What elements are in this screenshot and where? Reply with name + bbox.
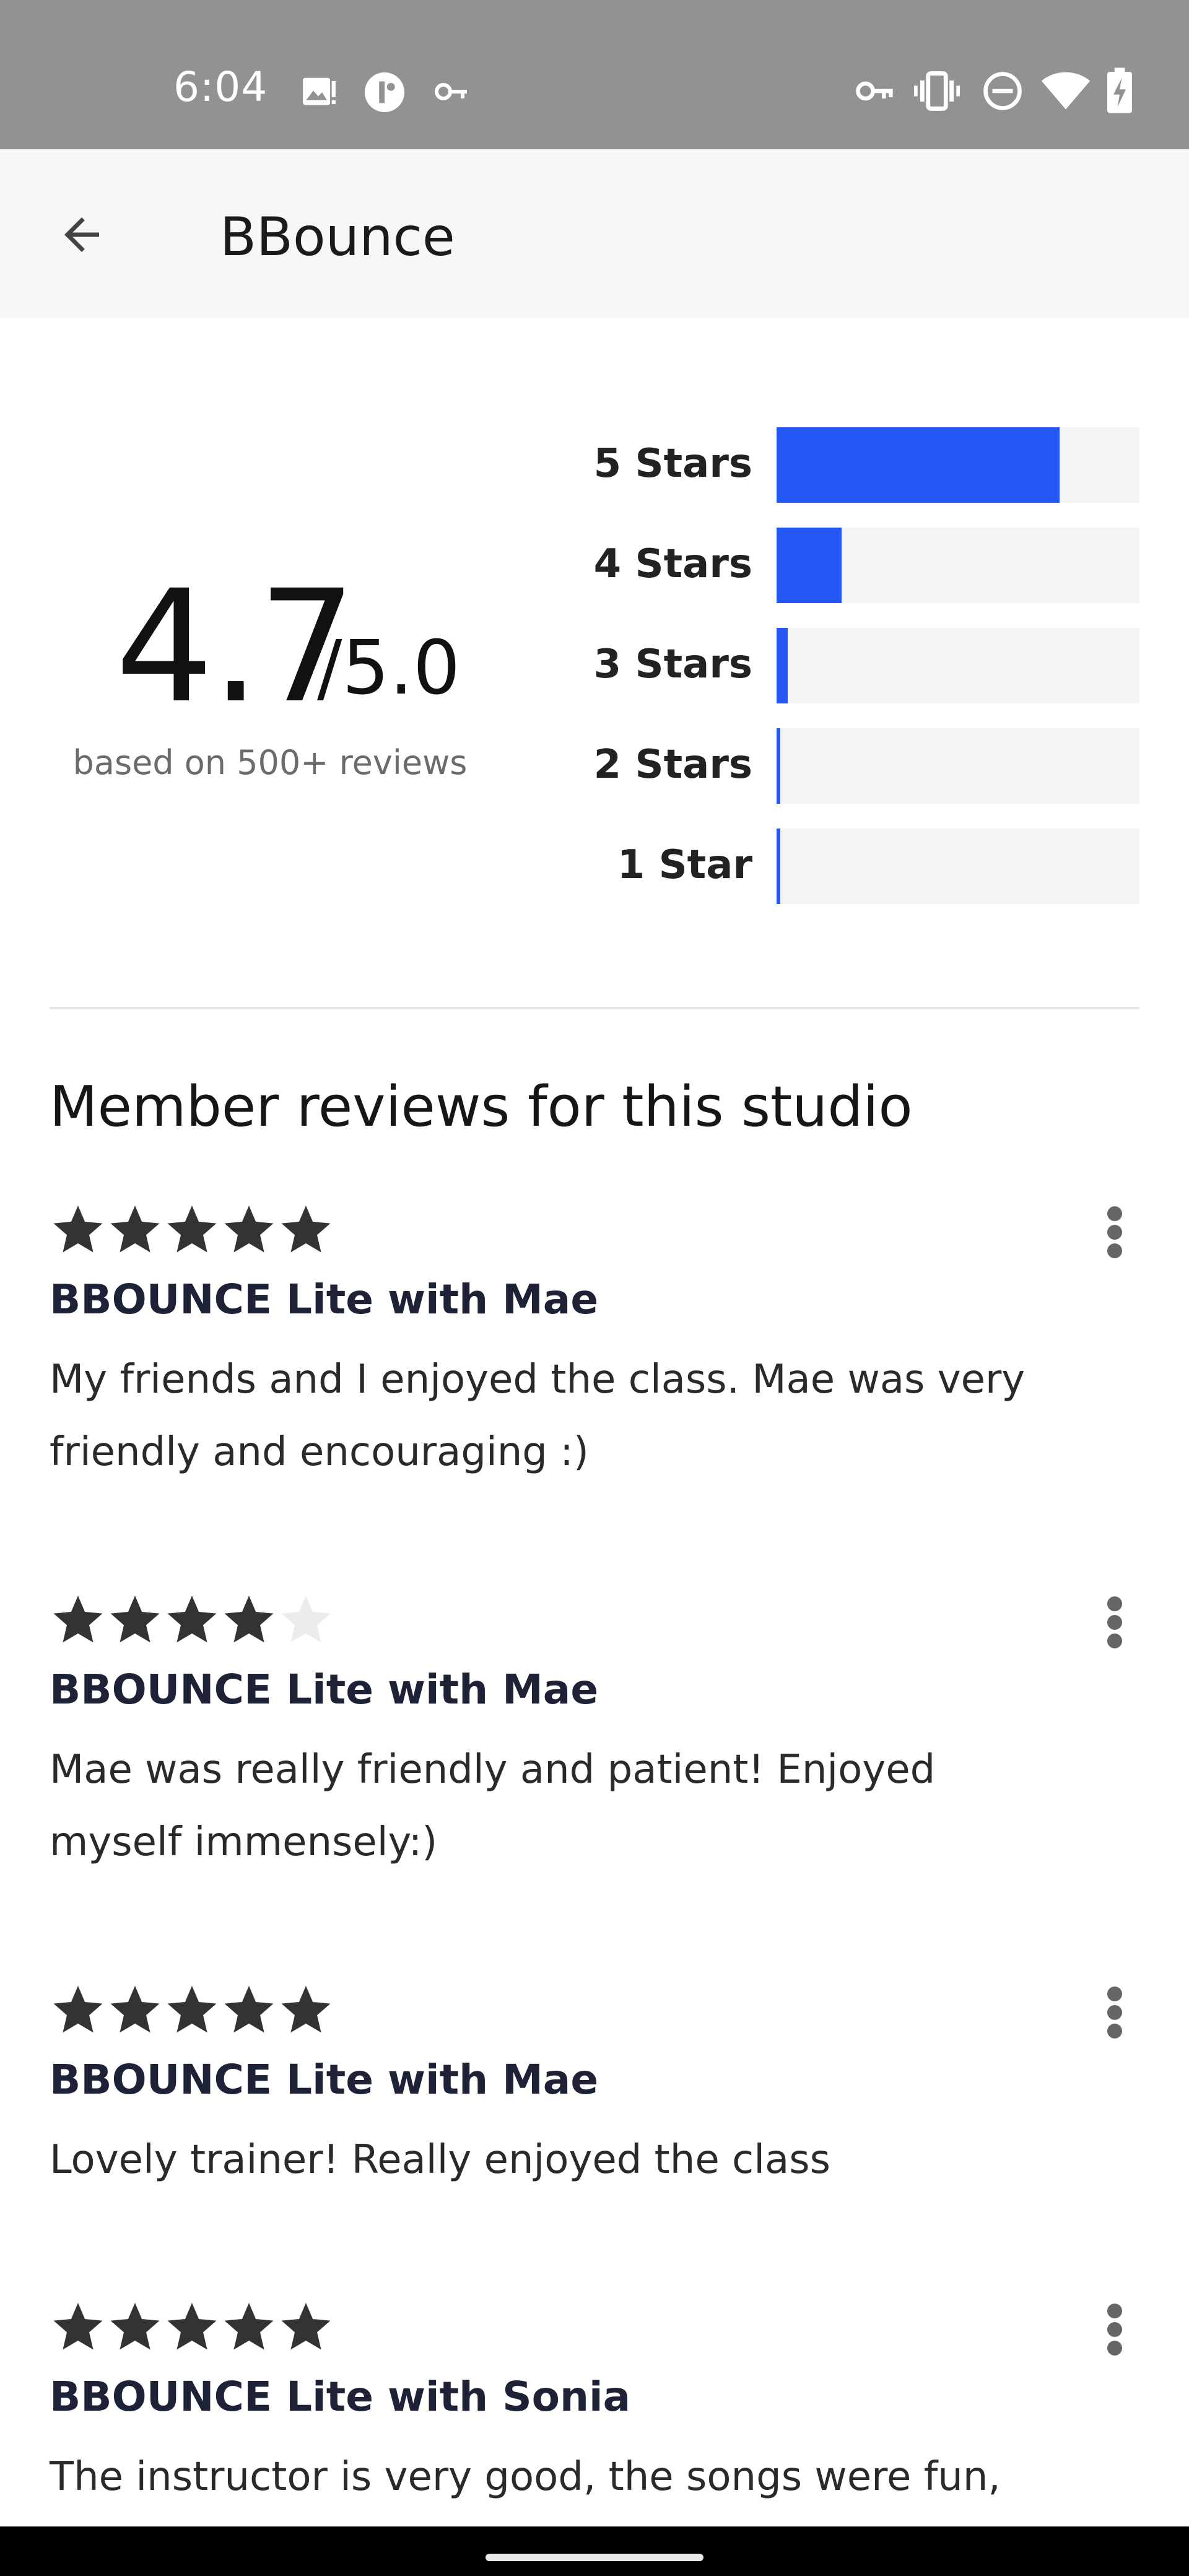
star-filled-icon — [281, 1985, 331, 2033]
star-filled-icon — [53, 1985, 103, 2033]
page-title: BBounce — [220, 206, 455, 268]
status-time: 6:04 — [173, 63, 268, 111]
star-empty-icon — [281, 1595, 331, 1643]
star-filled-icon — [224, 2302, 274, 2350]
star-filled-icon — [281, 1205, 331, 1253]
rating-subtitle: based on 500+ reviews — [72, 743, 468, 782]
rating-bar-label: 3 Stars — [593, 642, 752, 687]
wifi-icon — [1041, 72, 1091, 110]
navigation-bar — [0, 2526, 1189, 2576]
star-filled-icon — [53, 1205, 103, 1253]
review-text: Lovely trainer! Really enjoyed the class — [50, 2137, 830, 2183]
rating-max: /5.0 — [317, 625, 461, 711]
app-notification-icon — [364, 72, 405, 113]
rating-bar-row: 4 Stars — [483, 528, 1139, 603]
review-text: My friends and I enjoyed the class. Mae … — [50, 1357, 1026, 1475]
rating-bar-fill — [777, 628, 788, 703]
rating-bar-row: 3 Stars — [483, 628, 1139, 703]
section-title: Member reviews for this studio — [50, 1074, 913, 1139]
star-filled-icon — [110, 2302, 160, 2350]
vpn-key-icon — [856, 81, 893, 101]
rating-bar-row: 2 Stars — [483, 728, 1139, 804]
star-filled-icon — [224, 1595, 274, 1643]
review-class-name: BBOUNCE Lite with Mae — [50, 1666, 599, 1713]
rating-bar-label: 5 Stars — [593, 441, 752, 487]
review-class-name: BBOUNCE Lite with Mae — [50, 2056, 599, 2104]
star-filled-icon — [110, 1205, 160, 1253]
star-filled-icon — [167, 1595, 217, 1643]
rating-bar-fill — [777, 829, 780, 904]
rating-bar-track — [777, 728, 1139, 804]
rating-bar-row: 5 Stars — [483, 427, 1139, 503]
rating-bar-label: 2 Stars — [593, 742, 752, 788]
star-filled-icon — [167, 1205, 217, 1253]
rating-bar-row: 1 Star — [483, 829, 1139, 904]
star-rating — [50, 1591, 334, 1653]
star-filled-icon — [224, 1985, 274, 2033]
back-button[interactable] — [40, 193, 124, 277]
review-class-name: BBOUNCE Lite with Mae — [50, 1276, 599, 1323]
star-filled-icon — [53, 1595, 103, 1643]
vibrate-icon — [914, 71, 960, 111]
more-vertical-icon — [1107, 2304, 1122, 2356]
rating-bar-fill — [777, 427, 1060, 503]
more-options-button[interactable] — [1090, 1591, 1139, 1653]
home-handle[interactable] — [486, 2554, 703, 2561]
rating-bar-label: 1 Star — [617, 842, 752, 888]
more-options-button[interactable] — [1090, 2299, 1139, 2361]
star-filled-icon — [281, 2302, 331, 2350]
more-vertical-icon — [1107, 1596, 1122, 1648]
rating-bar-fill — [777, 528, 842, 603]
more-vertical-icon — [1107, 1206, 1122, 1258]
star-rating — [50, 1982, 334, 2043]
rating-bar-track — [777, 628, 1139, 703]
star-rating — [50, 1201, 334, 1263]
star-filled-icon — [224, 1205, 274, 1253]
status-bar: 6:04 — [0, 0, 1189, 149]
rating-bar-fill — [777, 728, 780, 804]
star-filled-icon — [110, 1595, 160, 1643]
battery-charging-icon — [1107, 67, 1132, 113]
rating-bar-label: 4 Stars — [593, 541, 752, 587]
app-bar: BBounce — [0, 149, 1189, 318]
do-not-disturb-icon — [983, 72, 1022, 110]
rating-bar-track — [777, 528, 1139, 603]
review-text: Mae was really friendly and patient! Enj… — [50, 1747, 936, 1865]
star-filled-icon — [167, 2302, 217, 2350]
more-vertical-icon — [1107, 1986, 1122, 2039]
star-rating — [50, 2299, 334, 2361]
image-alert-icon — [303, 77, 336, 105]
arrow-left-icon — [64, 217, 99, 252]
star-filled-icon — [53, 2302, 103, 2350]
star-filled-icon — [110, 1985, 160, 2033]
rating-bar-track — [777, 427, 1139, 503]
more-options-button[interactable] — [1090, 1201, 1139, 1263]
more-options-button[interactable] — [1090, 1982, 1139, 2043]
rating-bar-track — [777, 829, 1139, 904]
divider — [50, 1007, 1139, 1009]
review-class-name: BBOUNCE Lite with Sonia — [50, 2373, 631, 2421]
star-filled-icon — [167, 1985, 217, 2033]
key-icon — [435, 83, 467, 100]
